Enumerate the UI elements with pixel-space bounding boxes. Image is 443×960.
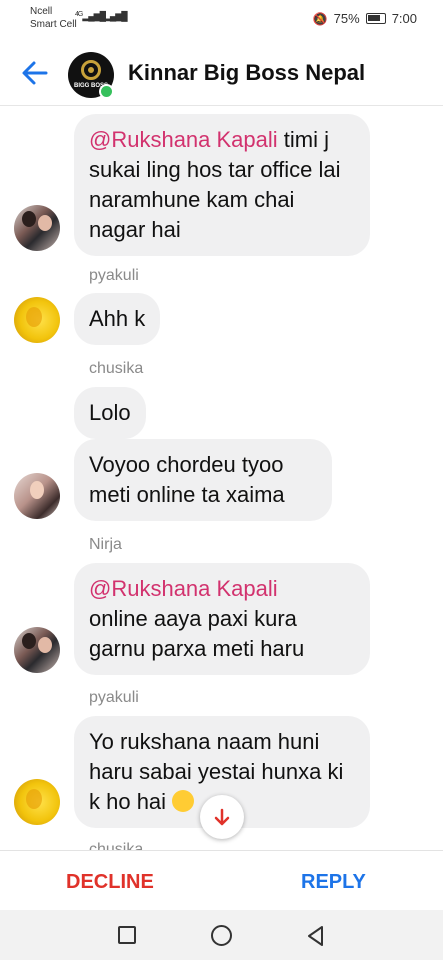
- emoji-icon: [172, 790, 195, 812]
- signal-icon-2: ▂▄▆█: [104, 11, 128, 21]
- avatar[interactable]: [14, 297, 60, 343]
- message-text: Ahh k: [89, 306, 146, 331]
- square-icon[interactable]: [118, 926, 136, 944]
- battery-percent: 75%: [333, 11, 360, 26]
- sender-name: pyakuli: [89, 267, 139, 284]
- network-type: 4G: [75, 11, 83, 18]
- circle-icon[interactable]: [211, 925, 232, 946]
- message-text: online aaya paxi kura garnu parxa meti h…: [89, 606, 305, 661]
- carrier-2: Smart Cell: [30, 19, 77, 30]
- avatar[interactable]: [14, 627, 60, 673]
- message-text: Lolo: [89, 400, 131, 425]
- sender-name: Nirja: [89, 536, 122, 553]
- clock: 7:00: [391, 11, 417, 26]
- message-text: Voyoo chordeu tyoo meti online ta xaima: [89, 452, 285, 507]
- status-right: 🔕 75% 7:00: [313, 11, 417, 26]
- arrow-left-icon[interactable]: [18, 56, 52, 90]
- mention-link[interactable]: @Rukshana Kapali: [89, 574, 355, 604]
- message-bubble[interactable]: @Rukshana Kapali timi j sukai ling hos t…: [74, 114, 370, 256]
- avatar[interactable]: [14, 779, 60, 825]
- message-bubble[interactable]: Lolo: [74, 387, 146, 439]
- avatar[interactable]: [14, 473, 60, 519]
- arrow-down-icon: [214, 808, 230, 826]
- signal-icon: 4G▂▄▆█: [75, 11, 106, 21]
- message-bubble[interactable]: Voyoo chordeu tyoo meti online ta xaima: [74, 439, 332, 521]
- message-bubble[interactable]: Ahh k: [74, 293, 161, 345]
- request-actions: DECLINE REPLY: [0, 850, 443, 910]
- sender-name: chusika: [89, 841, 144, 850]
- scroll-to-bottom-button[interactable]: [200, 795, 244, 839]
- reply-button[interactable]: REPLY: [301, 871, 366, 894]
- conversation-title[interactable]: Kinnar Big Boss Nepal: [128, 60, 365, 86]
- status-bar: Ncell Smart Cell 4G▂▄▆█ ▂▄▆█ 🔕 75% 7:00: [0, 0, 443, 38]
- sender-name: chusika: [89, 360, 144, 377]
- carrier-info: Ncell Smart Cell: [30, 5, 77, 31]
- triangle-back-icon[interactable]: [304, 924, 328, 948]
- eye-logo-icon: [81, 60, 101, 80]
- sender-name: pyakuli: [89, 689, 139, 706]
- decline-button[interactable]: DECLINE: [66, 871, 154, 894]
- mute-icon: 🔕: [312, 11, 328, 26]
- mention-link[interactable]: @Rukshana Kapali: [89, 127, 278, 152]
- avatar[interactable]: [14, 205, 60, 251]
- system-nav-bar: [0, 910, 443, 960]
- conversation-header: BIGG BOSS Kinnar Big Boss Nepal: [0, 38, 443, 106]
- carrier-1: Ncell: [30, 6, 53, 17]
- battery-icon: [365, 13, 386, 24]
- online-status-dot: [99, 84, 114, 99]
- message-bubble[interactable]: @Rukshana Kapali online aaya paxi kura ga…: [74, 563, 370, 675]
- message-list[interactable]: @Rukshana Kapali timi j sukai ling hos t…: [0, 107, 443, 850]
